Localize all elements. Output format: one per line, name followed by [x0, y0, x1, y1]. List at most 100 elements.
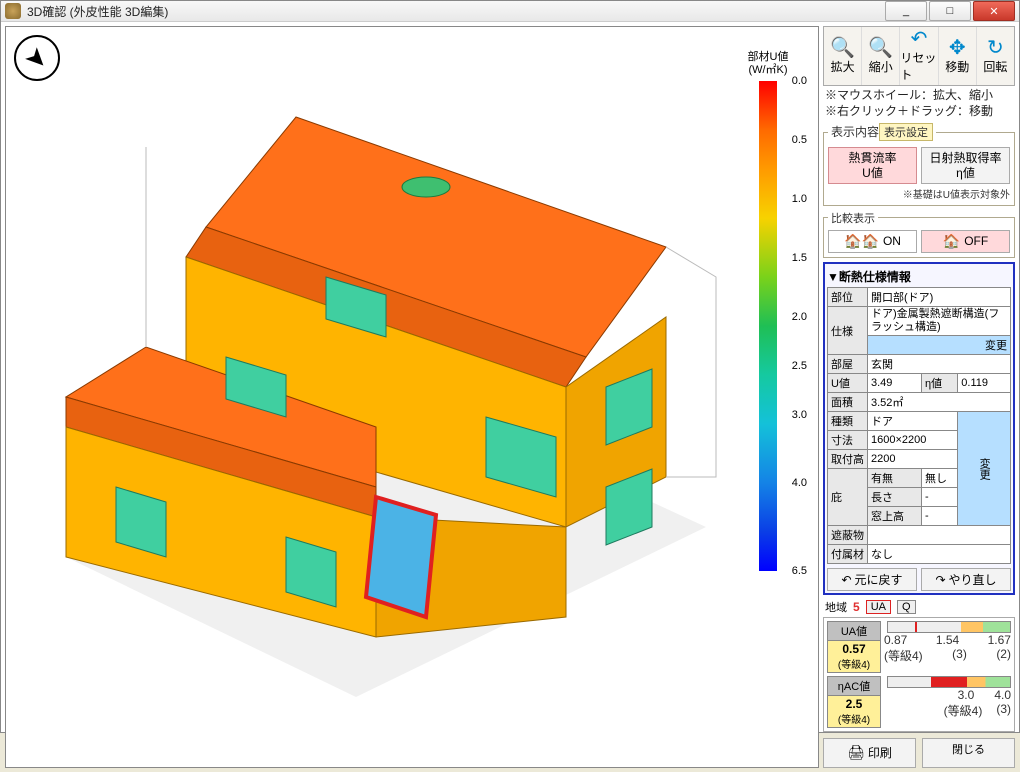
label-madokami: 窓上高 [868, 507, 922, 526]
value-sunpo: 1600×2200 [868, 431, 958, 450]
value-heya: 玄関 [868, 355, 1011, 374]
compare-on-button[interactable]: 🏠🏠ON [828, 230, 917, 253]
house-icon: 🏠 [943, 233, 960, 250]
region-label: 地域 [825, 599, 847, 615]
zoom-out-icon: 🔍 [868, 38, 893, 58]
ac-value: 2.5(等級4) [827, 696, 881, 728]
display-fieldset: 表示内容 表示設定 熱貫流率U値 日射熱取得率η値 ※基礎はU値表示対象外 [823, 123, 1015, 206]
label-shiyo: 仕様 [828, 306, 868, 354]
value-bui: 開口部(ドア) [868, 287, 1011, 306]
label-toritsuke: 取付高 [828, 450, 868, 469]
redo-icon: ↷ [935, 573, 945, 587]
region-row: 地域 5 UA Q [823, 599, 1015, 615]
zoom-in-button[interactable]: 🔍拡大 [824, 27, 862, 85]
compare-off-button[interactable]: 🏠OFF [921, 230, 1010, 253]
house-pair-icon: 🏠🏠 [844, 233, 879, 250]
value-umu: 無し [922, 469, 958, 488]
app-window: 3D確認 (外皮性能 3D編集) _ □ ✕ ➤ [0, 0, 1020, 733]
view-toolbar: 🔍拡大 🔍縮小 ↶リセット ✥移動 ↻回転 [823, 26, 1015, 86]
move-button[interactable]: ✥移動 [939, 27, 977, 85]
info-table: 部位開口部(ドア) 仕様ドア)金属製熱遮断構造(フラッシュ構造) 変更 部屋玄関… [827, 287, 1011, 564]
close-button[interactable]: 閉じる [922, 738, 1015, 767]
ua-value: 0.57(等級4) [827, 641, 881, 673]
value-shahei [868, 526, 1011, 545]
label-heya: 部屋 [828, 355, 868, 374]
undo-icon: ↶ [841, 573, 851, 587]
display-settings-button[interactable]: 表示設定 [879, 123, 933, 141]
ac-bar [887, 676, 1011, 688]
zoom-out-button[interactable]: 🔍縮小 [862, 27, 900, 85]
label-u: U値 [828, 374, 868, 393]
colorbar-tick: 0.0 [779, 75, 807, 87]
eta-value-mode-button[interactable]: 日射熱取得率η値 [921, 147, 1010, 184]
panel-title: ▼断熱仕様情報 [827, 266, 1011, 287]
value-menseki: 3.52㎡ [868, 393, 1011, 412]
u-value-mode-button[interactable]: 熱貫流率U値 [828, 147, 917, 184]
zoom-in-icon: 🔍 [830, 38, 855, 58]
value-toritsuke: 2200 [868, 450, 958, 469]
label-bui: 部位 [828, 287, 868, 306]
label-fuzoku: 付属材 [828, 545, 868, 564]
window-title: 3D確認 (外皮性能 3D編集) [27, 3, 885, 20]
redo-button[interactable]: ↷やり直し [921, 568, 1011, 591]
value-madokami: - [922, 507, 958, 526]
colorbar-tick: 4.0 [779, 477, 807, 489]
change-opening-button[interactable]: 変更 [958, 412, 1011, 526]
colorbar-tick: 2.0 [779, 311, 807, 323]
reset-button[interactable]: ↶リセット [900, 27, 938, 85]
colorbar: 部材U値 (W/㎡K) 0.0 0.5 1.0 1.5 2.0 2.5 3.0 … [738, 51, 798, 571]
colorbar-gradient: 0.0 0.5 1.0 1.5 2.0 2.5 3.0 4.0 6.5 [759, 81, 777, 571]
result-box: UA値 0.57(等級4) 0.871.541.67 (等級4)(3)(2) [823, 617, 1015, 732]
maximize-button[interactable]: □ [929, 1, 971, 21]
value-eta: 0.119 [958, 374, 1011, 393]
value-fuzoku: なし [868, 545, 1011, 564]
compare-legend: 比較表示 [828, 210, 878, 226]
value-u: 3.49 [868, 374, 922, 393]
colorbar-tick: 3.0 [779, 409, 807, 421]
printer-icon: 🖨 [847, 744, 865, 760]
window-buttons: _ □ ✕ [885, 1, 1015, 21]
colorbar-title-1: 部材U値 [738, 51, 798, 64]
colorbar-tick: 1.5 [779, 252, 807, 264]
print-button[interactable]: 🖨 印刷 [823, 738, 916, 767]
ac-name: ηAC値 [827, 676, 881, 696]
label-nagasa: 長さ [868, 488, 922, 507]
value-shurui: ドア [868, 412, 958, 431]
insulation-info-panel: ▼断熱仕様情報 部位開口部(ドア) 仕様ドア)金属製熱遮断構造(フラッシュ構造)… [823, 262, 1015, 595]
label-eta: η値 [922, 374, 958, 393]
rotate-button[interactable]: ↻回転 [977, 27, 1014, 85]
reset-icon: ↶ [911, 29, 928, 49]
tab-ua[interactable]: UA [866, 600, 891, 614]
tab-q[interactable]: Q [897, 600, 916, 614]
label-shurui: 種類 [828, 412, 868, 431]
label-hisashi: 庇 [828, 469, 868, 526]
undo-button[interactable]: ↶元に戻す [827, 568, 917, 591]
rotate-icon: ↻ [987, 38, 1004, 58]
app-icon [5, 3, 21, 19]
3d-viewport[interactable]: ➤ [5, 26, 819, 768]
ua-bar [887, 621, 1011, 633]
ua-name: UA値 [827, 621, 881, 641]
sidebar: 🔍拡大 🔍縮小 ↶リセット ✥移動 ↻回転 ※マウスホイール：拡大、縮小 ※右ク… [823, 26, 1015, 768]
house-3d-render[interactable] [26, 57, 726, 707]
action-row: 🖨 印刷 閉じる [823, 738, 1015, 767]
value-shiyo: ドア)金属製熱遮断構造(フラッシュ構造) [868, 306, 1011, 335]
colorbar-tick: 6.5 [779, 565, 807, 577]
titlebar: 3D確認 (外皮性能 3D編集) _ □ ✕ [1, 1, 1019, 22]
colorbar-tick: 1.0 [779, 193, 807, 205]
label-sunpo: 寸法 [828, 431, 868, 450]
minimize-button[interactable]: _ [885, 1, 927, 21]
display-footnote: ※基礎はU値表示対象外 [828, 186, 1010, 201]
close-window-button[interactable]: ✕ [973, 1, 1015, 21]
content-area: ➤ [1, 22, 1019, 772]
compare-fieldset: 比較表示 🏠🏠ON 🏠OFF [823, 210, 1015, 258]
move-icon: ✥ [949, 38, 966, 58]
label-menseki: 面積 [828, 393, 868, 412]
value-nagasa: - [922, 488, 958, 507]
change-spec-button[interactable]: 変更 [868, 336, 1011, 355]
region-value: 5 [853, 600, 860, 614]
display-legend: 表示内容 表示設定 [828, 123, 936, 141]
colorbar-tick: 0.5 [779, 134, 807, 146]
colorbar-tick: 2.5 [779, 360, 807, 372]
label-umu: 有無 [868, 469, 922, 488]
